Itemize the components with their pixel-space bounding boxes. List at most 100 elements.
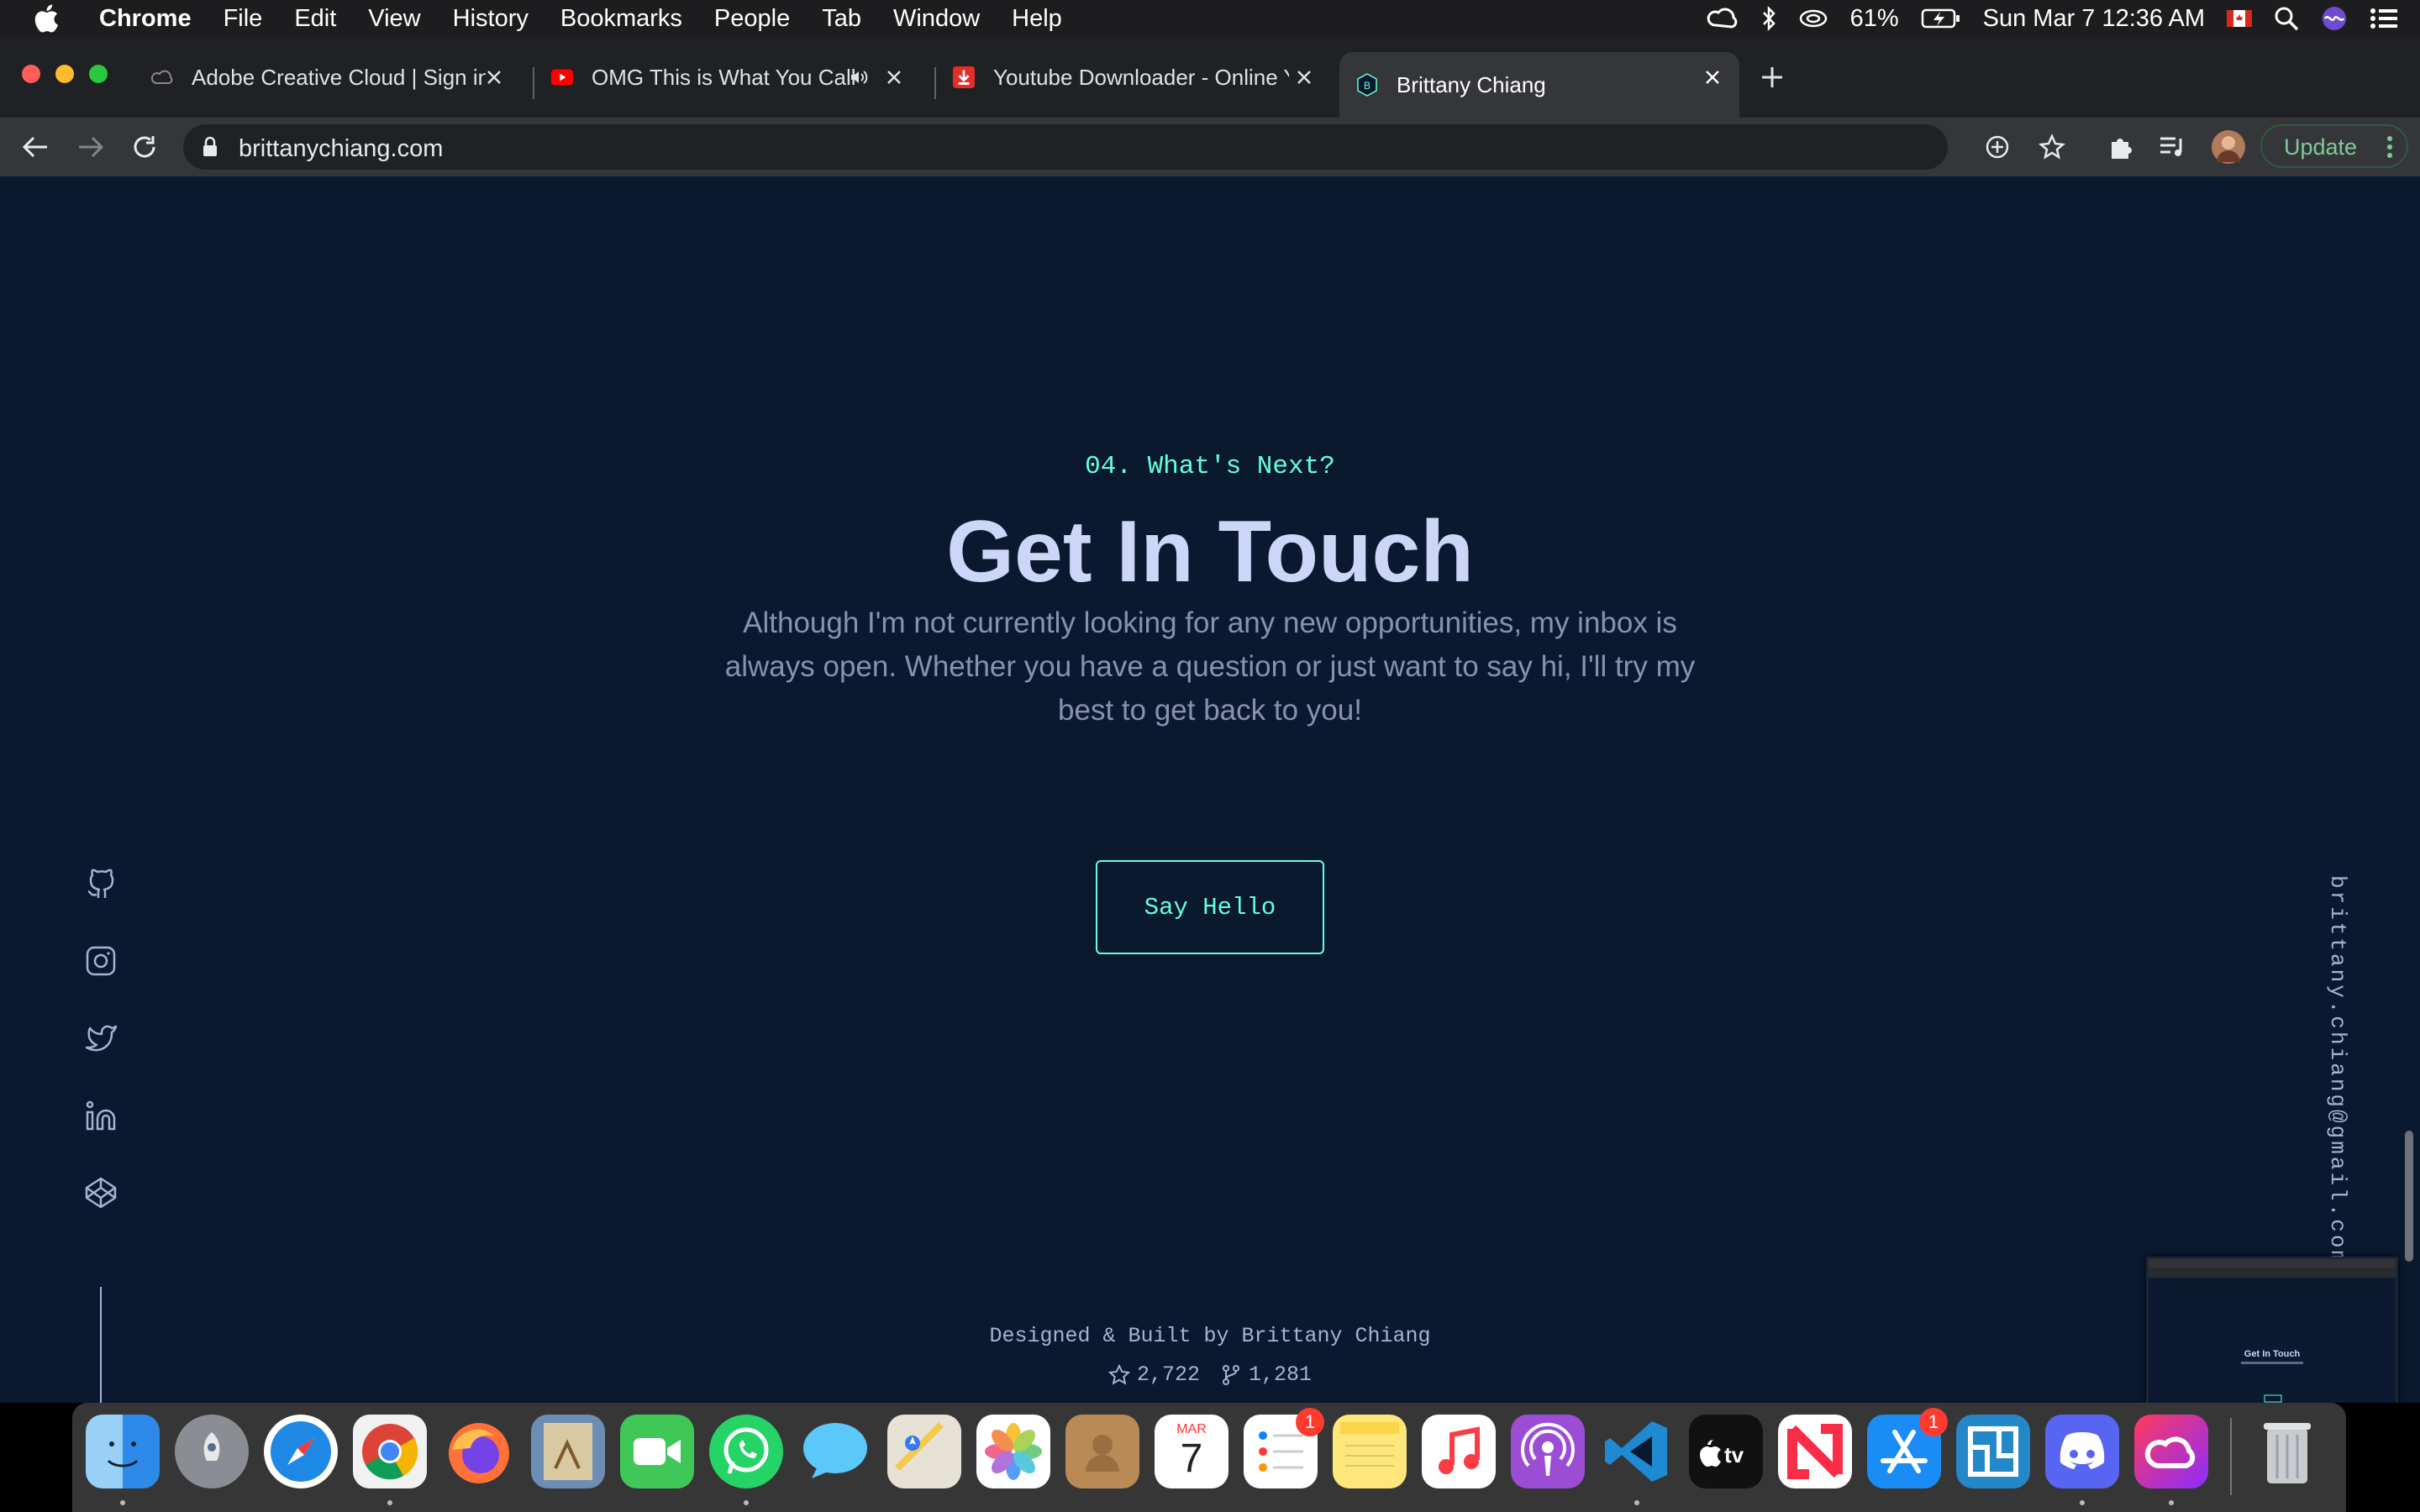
say-hello-button[interactable]: Say Hello (1096, 860, 1324, 954)
extensions-puzzle-icon[interactable] (2105, 132, 2135, 162)
twitter-icon[interactable] (81, 1018, 121, 1058)
tab-title: Brittany Chiang (1397, 71, 1546, 97)
framer-icon[interactable] (1956, 1415, 2030, 1488)
macos-dock: MAR 7 1 tv 1 (72, 1403, 2346, 1512)
minimize-window-button[interactable] (55, 65, 74, 83)
page-scrollbar[interactable] (2405, 1131, 2413, 1262)
speaker-icon[interactable] (847, 66, 871, 89)
tab-title: Youtube Downloader - Online Y (993, 64, 1289, 90)
browser-toolbar: brittanychiang.com Update (0, 118, 2420, 176)
profile-avatar[interactable] (2212, 130, 2245, 164)
flag-icon[interactable] (2227, 10, 2252, 27)
apple-tv-icon[interactable]: tv (1689, 1415, 1763, 1488)
menubar-clock[interactable]: Sun Mar 7 12:36 AM (1983, 5, 2205, 33)
control-center-icon[interactable] (2370, 7, 2398, 30)
music-icon[interactable] (1422, 1415, 1496, 1488)
zoom-window-button[interactable] (89, 65, 108, 83)
stars-stat: 2,722 (1107, 1362, 1200, 1387)
reload-button[interactable] (129, 132, 160, 162)
contacts-icon[interactable] (1065, 1415, 1139, 1488)
page-preview-thumbnail[interactable]: Get In Touch (2146, 1257, 2398, 1403)
tab-title: Adobe Creative Cloud | Sign in (192, 64, 486, 90)
creative-cloud-status-icon[interactable] (1706, 7, 1739, 30)
whatsapp-icon[interactable] (709, 1415, 783, 1488)
menu-tab[interactable]: Tab (822, 5, 861, 33)
finder-icon[interactable] (86, 1415, 160, 1488)
menu-view[interactable]: View (368, 5, 420, 33)
github-icon[interactable] (81, 864, 121, 904)
github-stats[interactable]: 2,722 1,281 (0, 1362, 2420, 1387)
update-button[interactable]: Update (2260, 124, 2408, 168)
swirl-status-icon[interactable] (1798, 8, 1828, 29)
creative-cloud-dock-icon[interactable] (2134, 1415, 2208, 1488)
reminders-icon[interactable]: 1 (1244, 1408, 1324, 1488)
apple-menu-icon[interactable] (34, 4, 76, 33)
codepen-icon[interactable] (81, 1173, 121, 1213)
close-tab-icon[interactable] (1701, 66, 1724, 89)
fork-icon (1223, 1364, 1239, 1385)
news-icon[interactable] (1778, 1415, 1852, 1488)
calendar-month: MAR (1176, 1422, 1207, 1436)
battery-icon[interactable] (1921, 8, 1961, 29)
vscode-icon[interactable] (1600, 1415, 1674, 1488)
menu-app-name[interactable]: Chrome (99, 5, 192, 33)
back-button[interactable] (20, 132, 50, 162)
facetime-icon[interactable] (620, 1415, 694, 1488)
media-controls-icon[interactable] (2158, 132, 2188, 162)
close-window-button[interactable] (22, 65, 40, 83)
menu-edit[interactable]: Edit (294, 5, 336, 33)
tab-title: OMG This is What You Call (592, 64, 856, 90)
chrome-icon[interactable] (353, 1415, 427, 1488)
tab-adobe[interactable]: Adobe Creative Cloud | Sign in (151, 52, 521, 102)
menu-window[interactable]: Window (893, 5, 980, 33)
safari-icon[interactable] (264, 1415, 338, 1488)
install-app-icon[interactable] (1985, 134, 2010, 164)
firefox-icon[interactable] (442, 1415, 516, 1488)
new-tab-button[interactable] (1760, 64, 1793, 91)
menu-people[interactable]: People (714, 5, 790, 33)
more-menu-icon[interactable] (2386, 134, 2393, 165)
tab-youtube-downloader[interactable]: Youtube Downloader - Online Y (953, 52, 1331, 102)
menu-file[interactable]: File (224, 5, 263, 33)
tab-brittany-chiang[interactable]: B Brittany Chiang (1339, 52, 1739, 118)
discord-icon[interactable] (2045, 1415, 2119, 1488)
maps-icon[interactable] (887, 1415, 961, 1488)
reminders-badge: 1 (1296, 1408, 1324, 1436)
section-overline: 04. What's Next? (1085, 452, 1335, 481)
menu-help[interactable]: Help (1012, 5, 1062, 33)
forks-stat: 1,281 (1220, 1362, 1312, 1387)
tab-youtube-video[interactable]: OMG This is What You Call (551, 52, 921, 102)
url-text: brittanychiang.com (239, 135, 444, 162)
notes-icon[interactable] (1333, 1415, 1407, 1488)
close-tab-icon[interactable] (882, 66, 906, 89)
messages-icon[interactable] (798, 1415, 872, 1488)
section-body: Although I'm not currently looking for a… (724, 606, 1696, 727)
social-sidebar (81, 176, 121, 1403)
podcasts-icon[interactable] (1511, 1415, 1585, 1488)
menu-bookmarks[interactable]: Bookmarks (560, 5, 682, 33)
photos-icon[interactable] (976, 1415, 1050, 1488)
mail-icon[interactable] (531, 1415, 605, 1488)
bookmark-star-icon[interactable] (2039, 133, 2065, 165)
launchpad-icon[interactable] (175, 1415, 249, 1488)
calendar-icon[interactable]: MAR 7 (1155, 1415, 1228, 1488)
forward-button[interactable] (76, 132, 106, 162)
b-logo-icon: B (1356, 73, 1378, 97)
email-link[interactable]: brittany.chiang@gmail.com (2325, 875, 2350, 1266)
youtube-icon (551, 66, 573, 88)
close-tab-icon[interactable] (482, 66, 506, 89)
tab-strip: Adobe Creative Cloud | Sign in OMG This … (0, 37, 2420, 118)
footer-credit[interactable]: Designed & Built by Brittany Chiang (0, 1324, 2420, 1348)
lock-icon[interactable] (202, 136, 218, 162)
menu-history[interactable]: History (453, 5, 529, 33)
siri-icon[interactable] (2321, 5, 2348, 32)
creative-cloud-icon (151, 66, 173, 88)
app-store-icon[interactable]: 1 (1867, 1408, 1948, 1488)
address-bar[interactable]: brittanychiang.com (183, 124, 2065, 170)
trash-icon[interactable] (2250, 1415, 2324, 1488)
instagram-icon[interactable] (81, 941, 121, 981)
bluetooth-icon[interactable] (1761, 6, 1776, 31)
close-tab-icon[interactable] (1292, 66, 1316, 89)
spotlight-icon[interactable] (2274, 6, 2299, 31)
linkedin-icon[interactable] (81, 1095, 121, 1136)
